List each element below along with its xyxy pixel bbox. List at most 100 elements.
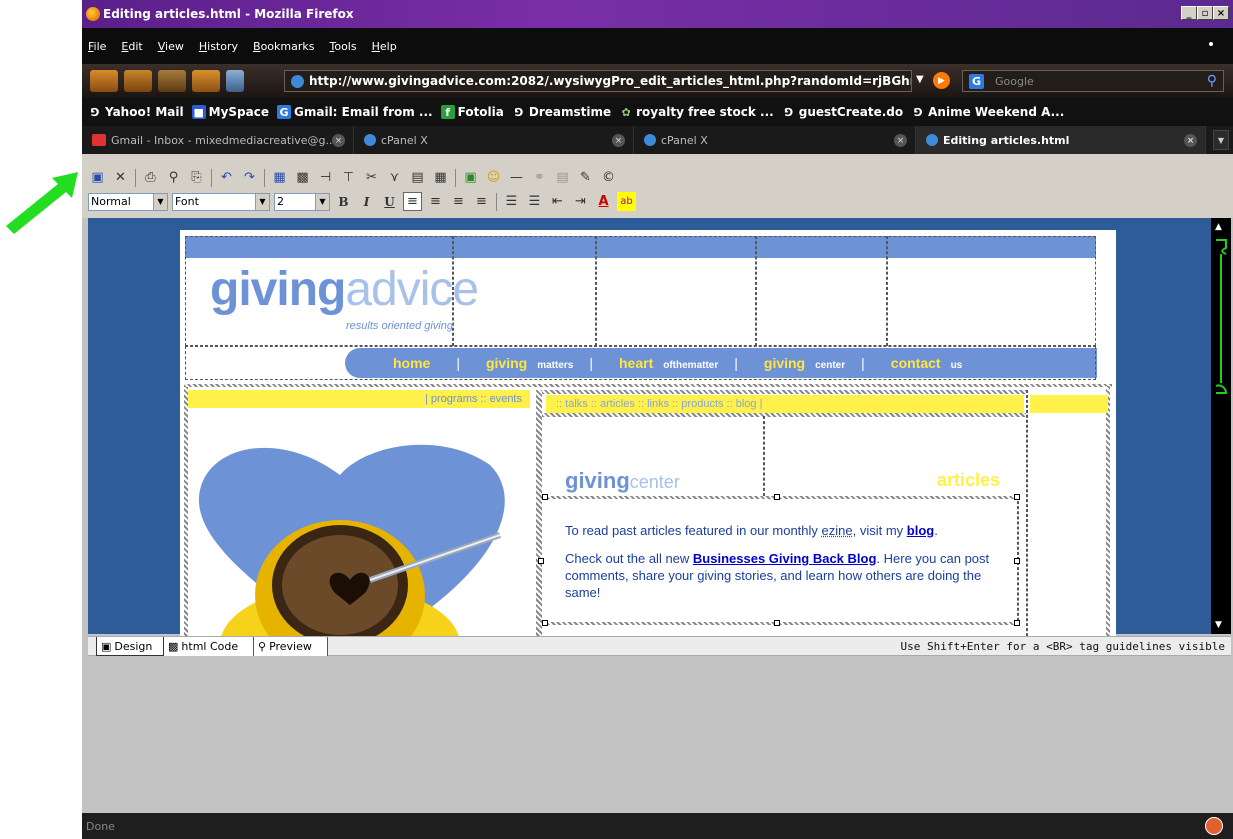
tab-preview[interactable]: ⚲ Preview	[254, 637, 328, 656]
back-icon[interactable]	[90, 70, 118, 92]
tab-list-dropdown[interactable]: ▼	[1213, 130, 1229, 150]
resize-handle[interactable]	[774, 494, 780, 500]
document-icon[interactable]: ▤	[553, 168, 572, 187]
bookmark-royalty-free[interactable]: ✿ royalty free stock ...	[619, 105, 774, 119]
page-preview[interactable]: givingadvice results oriented giving hom…	[180, 230, 1116, 640]
copyright-icon[interactable]: ©	[599, 168, 618, 187]
split-cells-icon[interactable]: ▤	[408, 168, 427, 187]
resize-handle[interactable]	[542, 620, 548, 626]
go-button[interactable]: ▶	[933, 72, 950, 89]
justify-icon[interactable]: ≡	[472, 192, 491, 211]
menu-bookmarks[interactable]: Bookmarks	[253, 40, 314, 53]
horizontal-rule-icon[interactable]: —	[507, 168, 526, 187]
resize-handle[interactable]	[1014, 620, 1020, 626]
stop-icon[interactable]	[192, 70, 220, 92]
delete-row-icon[interactable]: ✂	[362, 168, 381, 187]
blog-link[interactable]: blog	[907, 523, 934, 538]
resize-handle[interactable]	[774, 620, 780, 626]
table-icon[interactable]: ▦	[270, 168, 289, 187]
search-input[interactable]: G Google ⚲	[962, 70, 1224, 92]
tab-cpanel-1[interactable]: cPanel X ×	[354, 126, 634, 154]
close-tab-icon[interactable]: ×	[332, 134, 345, 147]
menu-file[interactable]: File	[88, 40, 106, 53]
bookmark-guestcreate[interactable]: ⅁ guestCreate.do	[782, 105, 903, 119]
special-char-icon[interactable]: ✎	[576, 168, 595, 187]
guidelines-toggle[interactable]: guidelines visible	[1106, 640, 1225, 653]
insert-row-icon[interactable]: ⊣	[316, 168, 335, 187]
menu-tools[interactable]: Tools	[329, 40, 356, 53]
link-icon[interactable]: ⚭	[530, 168, 549, 187]
minimize-button[interactable]: _	[1181, 6, 1197, 20]
font-color-icon[interactable]: A	[594, 192, 613, 211]
indent-icon[interactable]: ⇥	[571, 192, 590, 211]
find-icon[interactable]: ⚲	[164, 168, 183, 187]
vertical-scrollbar[interactable]: ▲ ▼	[1211, 218, 1231, 634]
right-subnav[interactable]: :: talks :: articles :: links :: product…	[546, 395, 1024, 413]
cancel-icon[interactable]: ✕	[111, 168, 130, 187]
underline-icon[interactable]: U	[380, 192, 399, 211]
bookmark-gmail[interactable]: G Gmail: Email from ...	[277, 105, 433, 119]
tab-html-code[interactable]: ▩ html Code	[164, 637, 254, 656]
bookmark-anime-weekend[interactable]: ⅁ Anime Weekend A...	[911, 105, 1064, 119]
outdent-icon[interactable]: ⇤	[548, 192, 567, 211]
maximize-button[interactable]: ▫	[1197, 6, 1213, 20]
bookmark-yahoo-mail[interactable]: ⅁ Yahoo! Mail	[88, 105, 184, 119]
home-icon[interactable]	[226, 70, 244, 92]
url-dropdown-icon[interactable]: ▼	[916, 74, 924, 85]
image-icon[interactable]: ▣	[461, 168, 480, 187]
bold-icon[interactable]: B	[334, 192, 353, 211]
tab-gmail[interactable]: Gmail - Inbox - mixedmediacreative@g... …	[82, 126, 354, 154]
menu-edit[interactable]: Edit	[121, 40, 142, 53]
menu-help[interactable]: Help	[372, 40, 397, 53]
merge-cells-icon[interactable]: ⋎	[385, 168, 404, 187]
size-select[interactable]: 2 ▼	[274, 192, 330, 211]
redo-icon[interactable]: ↷	[240, 168, 259, 187]
align-left-icon[interactable]: ≡	[403, 192, 422, 211]
close-tab-icon[interactable]: ×	[894, 134, 907, 147]
resize-handle[interactable]	[1014, 558, 1020, 564]
format-select[interactable]: Normal ▼	[88, 192, 168, 211]
menu-view[interactable]: View	[158, 40, 184, 53]
align-right-icon[interactable]: ≡	[449, 192, 468, 211]
close-tab-icon[interactable]: ×	[612, 134, 625, 147]
bookmark-fotolia[interactable]: f Fotolia	[440, 105, 504, 119]
status-addon-icon[interactable]	[1205, 817, 1223, 835]
insert-column-icon[interactable]: ⊤	[339, 168, 358, 187]
table-properties-icon[interactable]: ▩	[293, 168, 312, 187]
tab-design[interactable]: ▣ Design	[96, 637, 164, 656]
bookmark-myspace[interactable]: ■ MySpace	[191, 105, 269, 119]
save-icon[interactable]: ▣	[88, 168, 107, 187]
google-icon[interactable]: G	[969, 74, 984, 89]
search-icon[interactable]: ⚲	[1207, 73, 1217, 89]
resize-handle[interactable]	[542, 494, 548, 500]
align-center-icon[interactable]: ≡	[426, 192, 445, 211]
tab-editing-articles[interactable]: Editing articles.html ×	[916, 126, 1206, 154]
unordered-list-icon[interactable]: ☰	[525, 192, 544, 211]
scroll-down-icon[interactable]: ▼	[1215, 620, 1222, 630]
editor-canvas[interactable]: givingadvice results oriented giving hom…	[88, 218, 1231, 640]
resize-handle[interactable]	[1014, 494, 1020, 500]
resize-handle[interactable]	[538, 558, 544, 564]
menu-history[interactable]: History	[199, 40, 238, 53]
bookmark-dreamstime[interactable]: ⅁ Dreamstime	[512, 105, 612, 119]
print-icon[interactable]: ⎙	[141, 168, 160, 187]
scroll-up-icon[interactable]: ▲	[1215, 222, 1222, 232]
italic-icon[interactable]: I	[357, 192, 376, 211]
cell-properties-icon[interactable]: ▦	[431, 168, 450, 187]
scroll-thumb[interactable]	[1213, 238, 1229, 398]
highlight-icon[interactable]: ab	[617, 192, 636, 211]
smiley-icon[interactable]: ☺	[484, 168, 503, 187]
businesses-blog-link[interactable]: Businesses Giving Back Blog	[693, 551, 877, 566]
font-select[interactable]: Font ▼	[172, 192, 270, 211]
close-tab-icon[interactable]: ×	[1184, 134, 1197, 147]
undo-icon[interactable]: ↶	[217, 168, 236, 187]
left-subnav[interactable]: | programs :: events	[188, 390, 530, 408]
tab-cpanel-2[interactable]: cPanel X ×	[634, 126, 916, 154]
paste-word-icon[interactable]: ⎘	[187, 168, 206, 187]
close-button[interactable]: ×	[1213, 6, 1229, 20]
reload-icon[interactable]	[158, 70, 186, 92]
article-text[interactable]: To read past articles featured in our mo…	[565, 522, 1005, 612]
forward-icon[interactable]	[124, 70, 152, 92]
url-bar[interactable]: http://www.givingadvice.com:2082/.wysiwy…	[284, 70, 912, 92]
ordered-list-icon[interactable]: ☰	[502, 192, 521, 211]
